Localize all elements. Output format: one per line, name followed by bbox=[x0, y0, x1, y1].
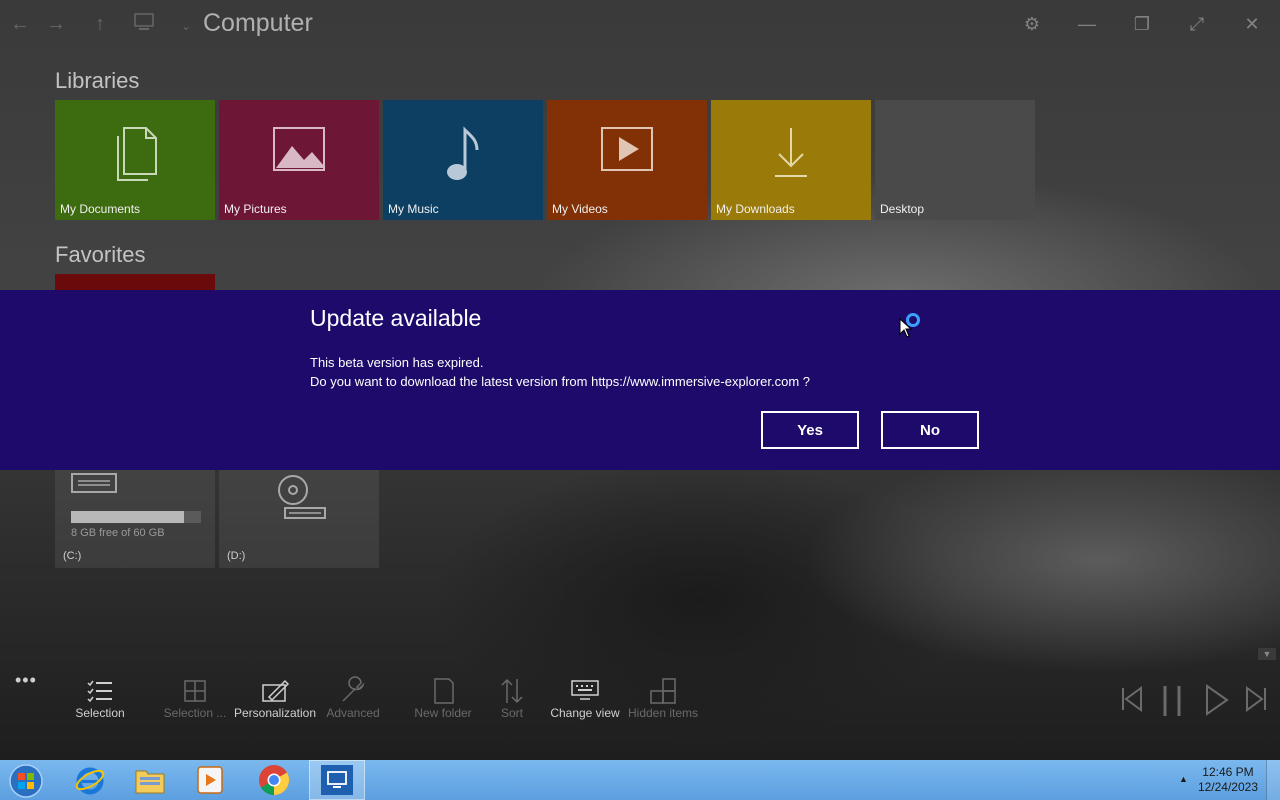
selection-button[interactable]: Selection bbox=[70, 676, 130, 726]
internet-explorer-icon bbox=[75, 767, 105, 795]
drive-usage-fill bbox=[71, 511, 185, 523]
system-clock[interactable]: 12:46 PM 12/24/2023 bbox=[1198, 765, 1258, 795]
tile-label: Desktop bbox=[880, 202, 925, 216]
pictures-icon bbox=[273, 127, 325, 171]
tile-my-music[interactable]: My Music bbox=[383, 100, 543, 220]
more-options-icon[interactable]: ••• bbox=[15, 670, 37, 691]
drive-free-space: 8 GB free of 60 GB bbox=[71, 527, 165, 539]
taskbar: ▲ 12:46 PM 12/24/2023 bbox=[0, 760, 1280, 800]
sort-button[interactable]: Sort bbox=[492, 676, 532, 726]
media-player-icon bbox=[197, 766, 223, 794]
new-folder-button[interactable]: New folder bbox=[410, 676, 476, 726]
next-track-icon[interactable] bbox=[1244, 684, 1268, 714]
show-desktop-button[interactable] bbox=[1266, 760, 1280, 800]
advanced-label: Advanced bbox=[326, 706, 380, 720]
favorite-tile[interactable] bbox=[55, 274, 215, 290]
no-button[interactable]: No bbox=[881, 411, 979, 449]
restore-button[interactable]: ❐ bbox=[1130, 12, 1154, 36]
back-arrow-icon[interactable]: ← bbox=[8, 12, 32, 36]
music-note-icon bbox=[447, 126, 479, 180]
page-title: Computer bbox=[203, 9, 313, 37]
advanced-button[interactable]: Advanced bbox=[322, 676, 384, 726]
tile-my-downloads[interactable]: My Downloads bbox=[711, 100, 871, 220]
clock-time: 12:46 PM bbox=[1202, 765, 1254, 779]
personalization-button[interactable]: Personalization bbox=[232, 676, 318, 726]
forward-arrow-icon[interactable]: → bbox=[44, 12, 68, 36]
download-arrow-icon bbox=[775, 128, 807, 177]
tile-label: My Documents bbox=[60, 202, 141, 216]
video-play-icon bbox=[601, 127, 653, 171]
drive-label: (C:) bbox=[63, 550, 82, 562]
disc-drive-icon bbox=[278, 475, 326, 519]
drive-usage-bar bbox=[71, 511, 201, 523]
computer-icon[interactable] bbox=[132, 12, 156, 36]
drive-d[interactable]: (D:) bbox=[219, 462, 379, 568]
selection-label: Selection bbox=[75, 706, 125, 720]
settings-gear-icon[interactable]: ⚙ bbox=[1020, 12, 1044, 36]
wrench-icon bbox=[342, 676, 365, 702]
keyboard-view-icon bbox=[571, 680, 599, 700]
dialog-message-line-2: Do you want to download the latest versi… bbox=[310, 374, 810, 389]
sort-icon bbox=[501, 678, 523, 704]
personalization-label: Personalization bbox=[233, 706, 317, 720]
chevron-down-icon[interactable]: ⌄ bbox=[174, 14, 198, 38]
immersive-explorer-taskbar-button[interactable] bbox=[309, 760, 365, 800]
hidden-items-icon bbox=[650, 678, 676, 704]
tile-my-pictures[interactable]: My Pictures bbox=[219, 100, 379, 220]
yes-button[interactable]: Yes bbox=[761, 411, 859, 449]
checklist-icon bbox=[87, 680, 112, 703]
clock-date: 12/24/2023 bbox=[1197, 780, 1258, 794]
tile-my-documents[interactable]: My Documents bbox=[55, 100, 215, 220]
favorites-heading: Favorites bbox=[55, 242, 146, 267]
media-player-taskbar-button[interactable] bbox=[182, 760, 238, 800]
internet-explorer-taskbar-button[interactable] bbox=[62, 760, 118, 800]
tile-label: My Downloads bbox=[716, 202, 795, 216]
file-explorer-taskbar-button[interactable] bbox=[122, 760, 178, 800]
tile-desktop[interactable]: Desktop bbox=[875, 100, 1035, 220]
chrome-taskbar-button[interactable] bbox=[246, 760, 302, 800]
new-folder-icon bbox=[434, 678, 454, 704]
dialog-title: Update available bbox=[310, 305, 482, 331]
show-hidden-icons-arrow-icon[interactable]: ▲ bbox=[1179, 774, 1188, 784]
documents-icon bbox=[117, 127, 157, 181]
selection-options-label: Selection ... bbox=[163, 706, 227, 720]
minimize-button[interactable]: — bbox=[1075, 12, 1099, 36]
previous-track-icon[interactable] bbox=[1120, 684, 1144, 714]
chrome-icon bbox=[259, 765, 290, 795]
change-view-button[interactable]: Change view bbox=[548, 676, 622, 726]
hidden-items-label: Hidden items bbox=[627, 706, 699, 720]
select-grid-icon bbox=[184, 680, 206, 702]
mouse-cursor-icon bbox=[899, 318, 913, 338]
scroll-down-arrow-icon[interactable]: ▼ bbox=[1258, 648, 1276, 660]
change-view-label: Change view bbox=[550, 706, 620, 720]
windows-start-orb-icon bbox=[9, 764, 43, 798]
tile-my-videos[interactable]: My Videos bbox=[547, 100, 707, 220]
sort-label: Sort bbox=[500, 706, 523, 720]
dialog-message-line-1: This beta version has expired. bbox=[310, 355, 484, 370]
tile-label: My Music bbox=[388, 202, 439, 216]
immersive-explorer-icon bbox=[321, 765, 353, 795]
close-button[interactable]: ✕ bbox=[1240, 12, 1264, 36]
up-arrow-icon[interactable]: ↑ bbox=[88, 12, 112, 36]
drive-c[interactable]: 8 GB free of 60 GB (C:) bbox=[55, 462, 215, 568]
tile-label: My Pictures bbox=[224, 202, 287, 216]
update-dialog: Update available This beta version has e… bbox=[0, 290, 1280, 470]
fullscreen-button[interactable]: ⤢ bbox=[1185, 12, 1209, 36]
pause-icon[interactable] bbox=[1160, 684, 1184, 718]
selection-options-button[interactable]: Selection ... bbox=[160, 676, 230, 726]
drive-label: (D:) bbox=[227, 550, 246, 562]
new-folder-label: New folder bbox=[414, 706, 472, 720]
hidden-items-button[interactable]: Hidden items bbox=[626, 676, 700, 726]
start-button[interactable] bbox=[0, 760, 52, 800]
folder-icon bbox=[135, 770, 165, 794]
paint-icon bbox=[262, 679, 289, 702]
tile-label: My Videos bbox=[552, 202, 608, 216]
hard-drive-icon bbox=[71, 473, 117, 493]
libraries-heading: Libraries bbox=[55, 68, 140, 93]
play-icon[interactable] bbox=[1204, 684, 1230, 716]
